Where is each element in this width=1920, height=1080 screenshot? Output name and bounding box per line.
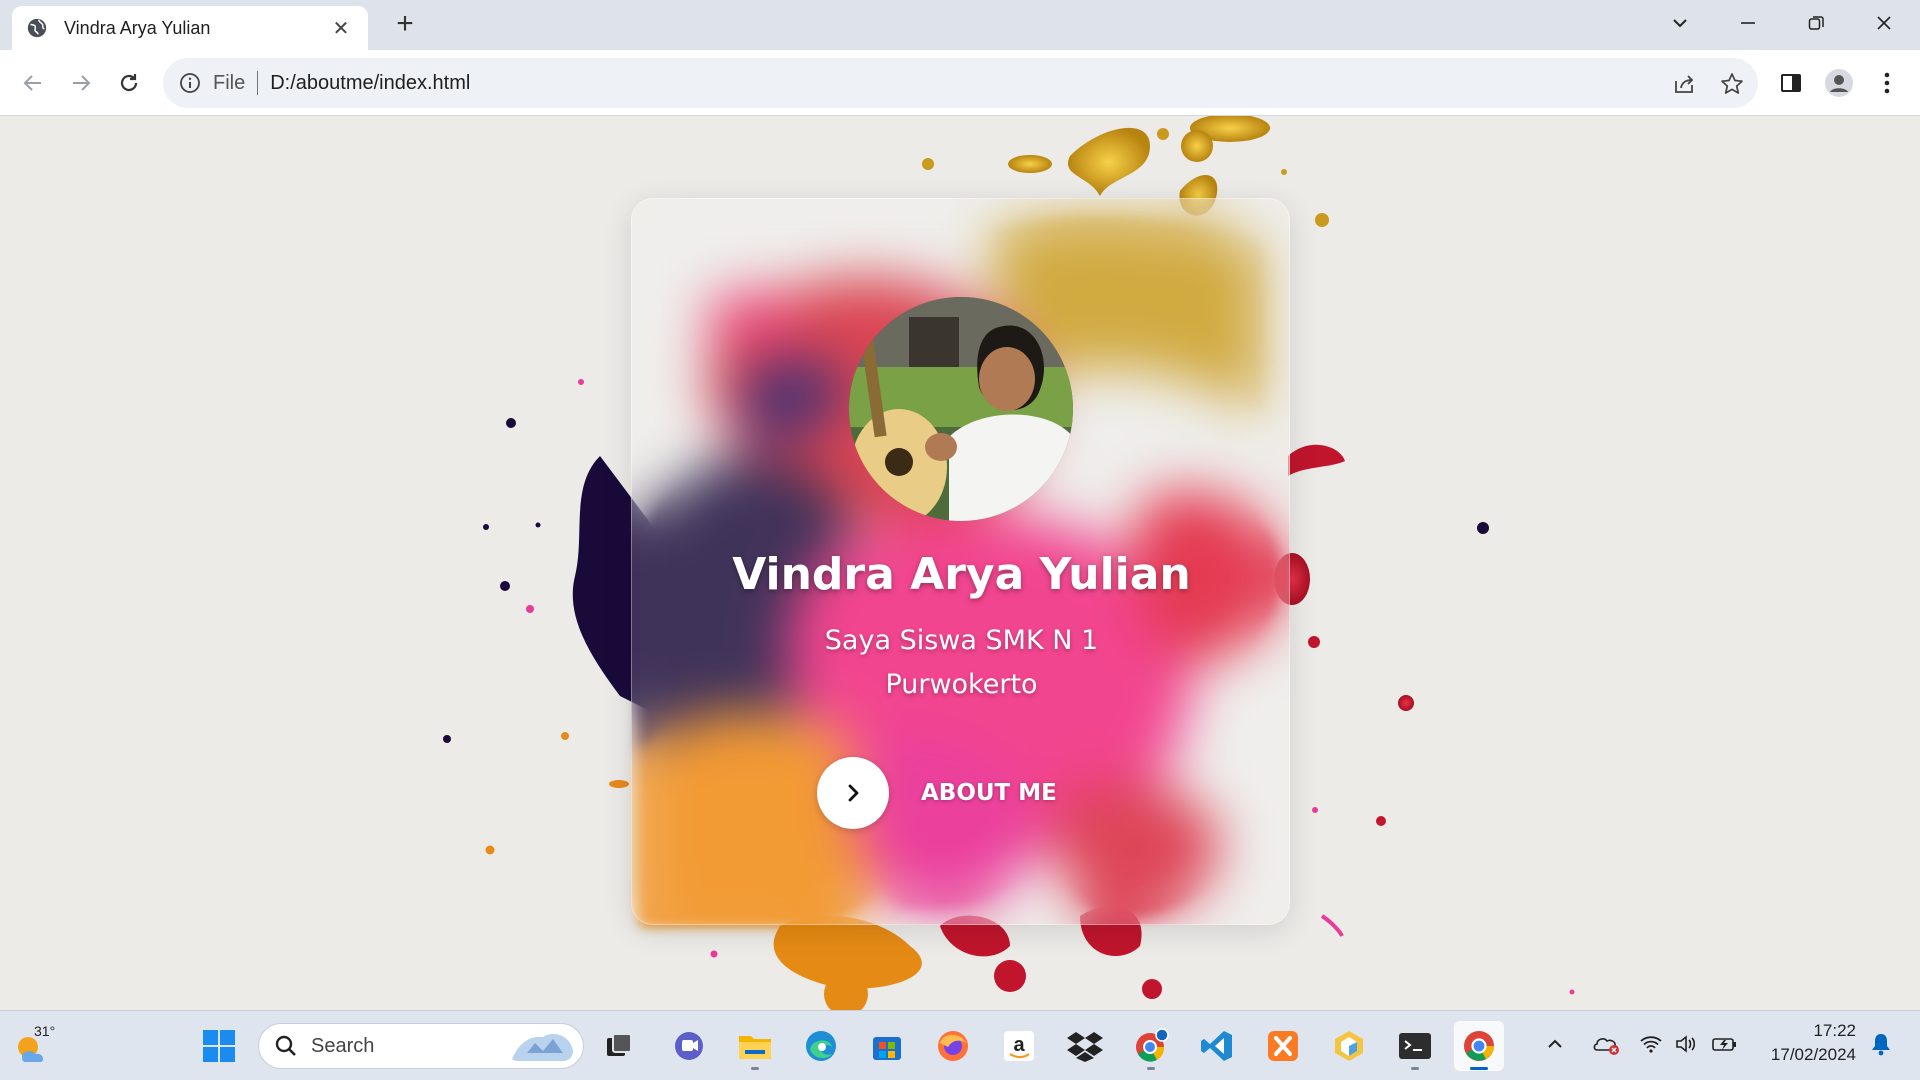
running-indicator xyxy=(1411,1067,1419,1070)
minimize-icon[interactable] xyxy=(1728,6,1768,40)
xampp-button[interactable] xyxy=(1258,1021,1308,1071)
show-hidden-icons-chevron-icon[interactable] xyxy=(1540,1029,1570,1059)
running-indicator xyxy=(751,1067,759,1070)
restore-icon[interactable] xyxy=(1796,6,1836,40)
edge-button[interactable] xyxy=(796,1021,846,1071)
clock-date: 17/02/2024 xyxy=(1770,1045,1856,1064)
vscode-icon xyxy=(1201,1031,1232,1061)
clock-time: 17:22 xyxy=(1813,1021,1856,1040)
running-indicator xyxy=(1470,1067,1488,1070)
amazon-icon: a xyxy=(1004,1031,1034,1061)
browser-toolbar: File D:/aboutme/index.html xyxy=(0,50,1920,116)
profile-card: Vindra Arya Yulian Saya Siswa SMK N 1 Pu… xyxy=(631,198,1290,925)
search-icon xyxy=(275,1035,296,1056)
amazon-button[interactable]: a xyxy=(994,1021,1044,1071)
volume-icon[interactable] xyxy=(1672,1029,1702,1059)
app-cube-button[interactable] xyxy=(1324,1021,1374,1071)
close-window-icon[interactable] xyxy=(1864,6,1904,40)
profile-name: Vindra Arya Yulian xyxy=(732,549,1191,600)
profile-avatar xyxy=(849,297,1073,521)
store-icon xyxy=(873,1037,901,1060)
chevron-right-icon[interactable] xyxy=(817,757,889,829)
reload-icon[interactable] xyxy=(112,66,146,100)
tab-title: Vindra Arya Yulian xyxy=(64,17,211,38)
url-text[interactable]: D:/aboutme/index.html xyxy=(270,72,470,95)
globe-icon xyxy=(27,18,47,38)
forward-icon[interactable] xyxy=(64,66,98,100)
search-label: Search xyxy=(311,1034,375,1057)
weather-temp: 31° xyxy=(34,1023,56,1039)
chrome-profile-button[interactable] xyxy=(1126,1021,1176,1071)
battery-charging-icon[interactable] xyxy=(1710,1029,1740,1059)
app-cube-icon xyxy=(1335,1031,1363,1061)
taskbar-search[interactable]: Search xyxy=(258,1023,584,1069)
system-clock[interactable]: 17:22 17/02/2024 xyxy=(1756,1019,1856,1067)
task-view-icon xyxy=(607,1033,632,1056)
bookmark-star-icon[interactable] xyxy=(1719,71,1745,97)
xampp-icon xyxy=(1268,1031,1298,1061)
file-explorer-button[interactable] xyxy=(730,1021,780,1071)
about-me-label[interactable]: ABOUT ME xyxy=(921,780,1057,806)
url-scheme: File xyxy=(213,71,246,94)
profile-subtitle: Saya Siswa SMK N 1 Purwokerto xyxy=(824,625,1099,700)
start-button[interactable] xyxy=(194,1021,244,1071)
vscode-button[interactable] xyxy=(1192,1021,1242,1071)
new-tab-button[interactable]: + xyxy=(388,8,422,42)
notification-bell-icon[interactable] xyxy=(1866,1029,1896,1059)
terminal-button[interactable] xyxy=(1390,1021,1440,1071)
edge-icon xyxy=(806,1031,836,1061)
terminal-icon xyxy=(1399,1033,1431,1059)
share-icon[interactable] xyxy=(1671,71,1697,97)
firefox-button[interactable] xyxy=(928,1021,978,1071)
start-icon xyxy=(203,1030,235,1062)
dropbox-icon xyxy=(1067,1032,1103,1062)
search-highlight-icon xyxy=(512,1033,573,1061)
firefox-icon xyxy=(938,1031,968,1061)
onedrive-error-icon[interactable] xyxy=(1592,1029,1622,1059)
task-view-button[interactable] xyxy=(594,1021,644,1071)
about-me-button[interactable]: ABOUT ME xyxy=(817,757,1057,829)
browser-tab[interactable]: Vindra Arya Yulian ✕ xyxy=(12,6,368,50)
tab-close-icon[interactable]: ✕ xyxy=(328,16,354,41)
address-bar[interactable]: File D:/aboutme/index.html xyxy=(163,58,1758,108)
profile-avatar-icon[interactable] xyxy=(1822,66,1856,100)
page-viewport: Vindra Arya Yulian Saya Siswa SMK N 1 Pu… xyxy=(0,116,1920,1010)
weather-widget[interactable]: 31° xyxy=(14,1023,62,1069)
back-icon[interactable] xyxy=(16,66,50,100)
store-button[interactable] xyxy=(862,1021,912,1071)
wifi-icon[interactable] xyxy=(1636,1029,1666,1059)
svg-text:a: a xyxy=(1013,1034,1025,1056)
chrome-profile-icon xyxy=(1136,1028,1169,1062)
chrome-icon xyxy=(1464,1031,1494,1061)
teams-button[interactable] xyxy=(664,1021,714,1071)
teams-icon xyxy=(675,1032,703,1060)
windows-taskbar: 31° Search a 17:22 17/02/2024 xyxy=(0,1010,1920,1080)
site-info-icon[interactable] xyxy=(179,72,201,94)
url-separator xyxy=(257,71,259,95)
side-panel-icon[interactable] xyxy=(1774,66,1808,100)
tab-bar: Vindra Arya Yulian ✕ + xyxy=(0,0,1920,50)
menu-kebab-icon[interactable] xyxy=(1870,66,1904,100)
chrome-button[interactable] xyxy=(1454,1021,1504,1071)
file-explorer-icon xyxy=(739,1036,771,1059)
running-indicator xyxy=(1147,1067,1155,1070)
dropbox-button[interactable] xyxy=(1060,1021,1110,1071)
tab-search-chevron-icon[interactable] xyxy=(1660,6,1700,40)
